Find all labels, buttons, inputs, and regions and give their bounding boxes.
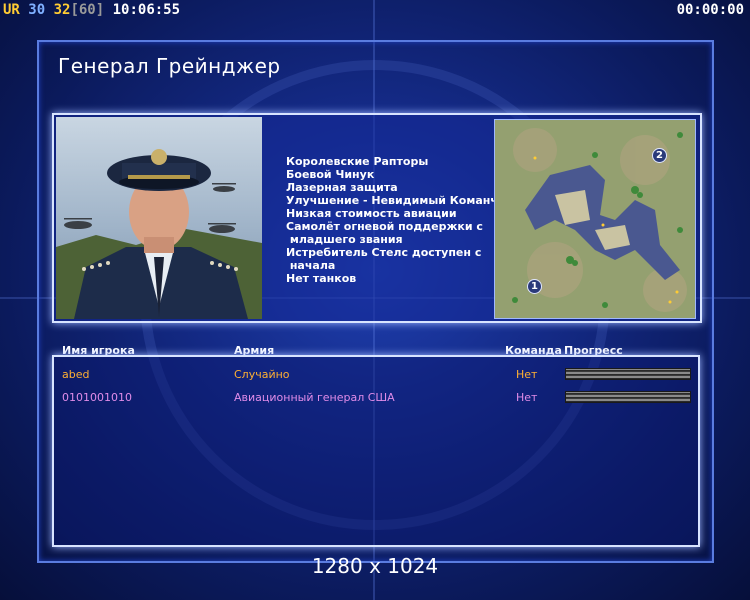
fps-max: [60] <box>70 2 105 18</box>
clock-time: 10:06:55 <box>112 2 181 18</box>
general-portrait <box>56 117 262 319</box>
player-name: abed <box>62 368 90 381</box>
ur-label: UR <box>3 2 20 18</box>
player-team: Нет <box>516 391 538 404</box>
player-name: 0101001010 <box>62 391 132 404</box>
perk-item: начала <box>286 259 336 272</box>
perk-item: Королевские Рапторы <box>286 155 429 168</box>
hud-stats: UR 30 32[60] 10:06:55 <box>3 0 180 20</box>
map-terrain <box>495 120 695 318</box>
player-army: Случайно <box>234 368 290 381</box>
players-table <box>52 355 700 547</box>
player-team: Нет <box>516 368 538 381</box>
loading-progress-bar <box>565 368 691 380</box>
perk-item: Низкая стоимость авиации <box>286 207 457 220</box>
fps-value: 32 <box>53 2 71 18</box>
match-timer: 00:00:00 <box>676 2 744 18</box>
perk-item: Улучшение - Невидимый Команч <box>286 194 498 207</box>
general-title: Генерал Грейнджер <box>58 54 281 78</box>
perk-item: Истребитель Стелс доступен с <box>286 246 482 259</box>
perk-item: Нет танков <box>286 272 357 285</box>
perk-item: Самолёт огневой поддержки с <box>286 220 483 233</box>
player-army: Авиационный генерал США <box>234 391 395 404</box>
general-perks-list: Королевские Рапторы Боевой Чинук Лазерна… <box>286 155 498 285</box>
resolution-label: 1280 x 1024 <box>311 554 439 578</box>
players-count: 30 <box>28 2 46 18</box>
perk-item: младшего звания <box>286 233 403 246</box>
perk-item: Боевой Чинук <box>286 168 375 181</box>
map-preview: 1 2 <box>494 119 696 319</box>
start-position-marker: 1 <box>527 279 542 294</box>
start-position-marker: 2 <box>652 148 667 163</box>
perk-item: Лазерная защита <box>286 181 398 194</box>
general-portrait-image <box>56 117 262 319</box>
loading-progress-bar <box>565 391 691 403</box>
